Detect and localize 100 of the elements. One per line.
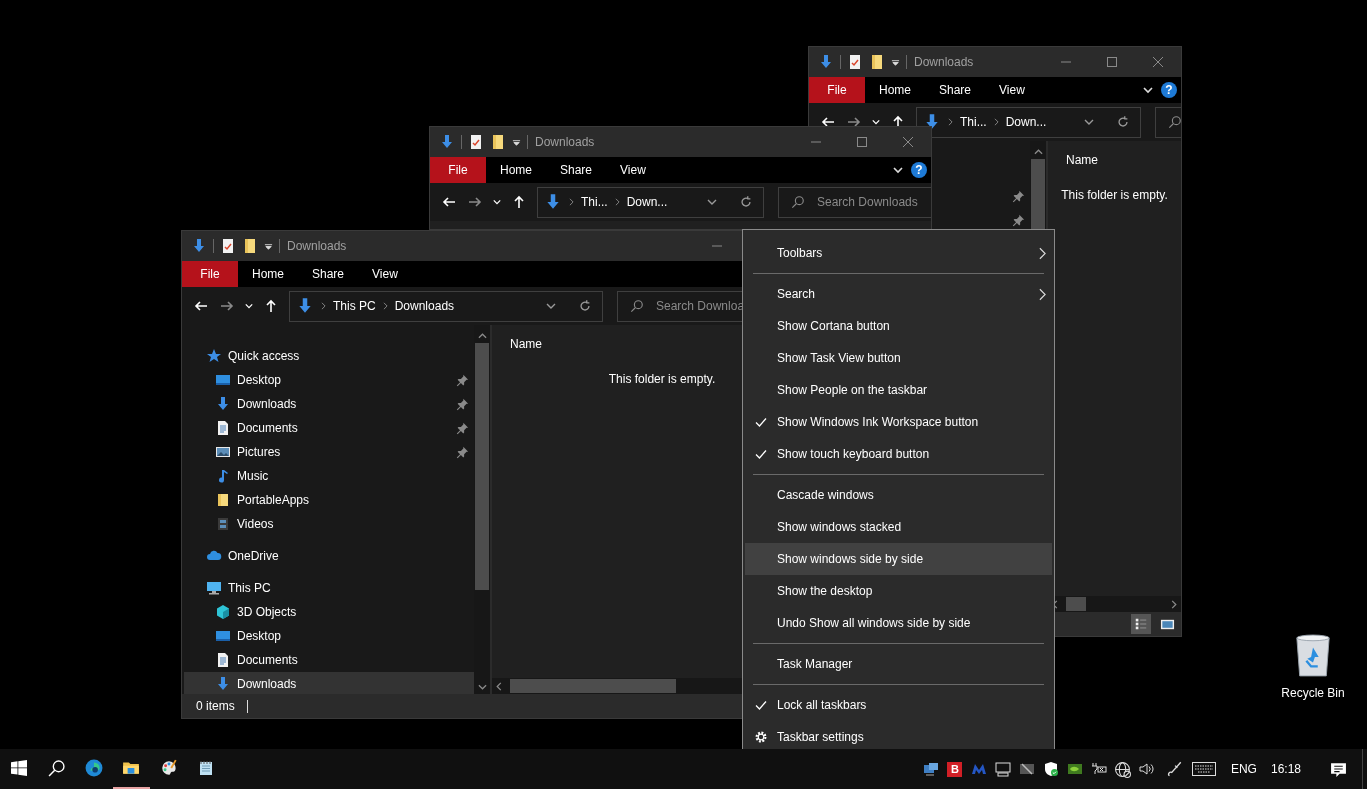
close-icon bbox=[1153, 57, 1163, 67]
menu-item[interactable]: Show People on the taskbar bbox=[745, 374, 1052, 406]
pin-icon bbox=[456, 445, 469, 459]
clock[interactable]: 16:18 bbox=[1270, 760, 1301, 778]
recent-chevron-icon bbox=[493, 198, 501, 206]
nav-item[interactable]: Documents bbox=[184, 648, 474, 672]
pin-icon bbox=[456, 397, 469, 411]
scrollbar-thumb[interactable] bbox=[510, 679, 676, 693]
chip-icon bbox=[1066, 761, 1083, 777]
search-field[interactable]: Search Downloads bbox=[778, 186, 931, 218]
nav-item[interactable]: Music bbox=[184, 464, 474, 488]
menu-item[interactable]: Show Task View button bbox=[745, 342, 1052, 374]
nav-item[interactable]: Quick access bbox=[184, 344, 474, 368]
nav-item[interactable]: PortableApps bbox=[184, 488, 474, 512]
breadcrumb[interactable]: Thi... bbox=[960, 113, 987, 131]
ribbon-tab[interactable]: Home bbox=[238, 261, 298, 287]
download-arrow-icon bbox=[215, 676, 231, 692]
recycle-bin-icon bbox=[1294, 632, 1332, 678]
nav-item[interactable]: Downloads bbox=[184, 672, 474, 696]
file-tab[interactable]: File bbox=[430, 157, 486, 183]
nav-item[interactable]: Desktop bbox=[184, 624, 474, 648]
breadcrumb[interactable]: Down... bbox=[626, 193, 668, 211]
ribbon-tab[interactable]: Home bbox=[865, 77, 925, 103]
address-bar[interactable]: Thi... Down... bbox=[537, 186, 764, 218]
maximize-icon bbox=[1107, 57, 1117, 67]
column-header[interactable]: Name bbox=[1066, 153, 1098, 167]
empty-folder-message: This folder is empty. bbox=[608, 371, 716, 388]
cube-icon bbox=[215, 604, 231, 620]
breadcrumb[interactable]: Downloads bbox=[394, 297, 455, 315]
search-icon bbox=[791, 195, 805, 209]
file-tab[interactable]: File bbox=[182, 261, 238, 287]
search-icon bbox=[630, 299, 644, 313]
search-icon bbox=[47, 759, 65, 777]
nav-item[interactable]: Downloads bbox=[184, 392, 474, 416]
checkmark-icon bbox=[755, 699, 767, 711]
download-arrow-icon bbox=[818, 54, 834, 70]
menu-item[interactable]: Task Manager bbox=[745, 648, 1052, 680]
download-arrow-icon bbox=[191, 238, 207, 254]
recent-chevron-icon bbox=[872, 118, 880, 126]
nav-item[interactable]: 3D Objects bbox=[184, 600, 474, 624]
nav-item[interactable]: OneDrive bbox=[184, 544, 474, 568]
menu-item[interactable]: Undo Show all windows side by side bbox=[745, 607, 1052, 639]
windows-logo-icon bbox=[10, 760, 27, 776]
breadcrumb[interactable]: Down... bbox=[1005, 113, 1047, 131]
ribbon-tab[interactable]: View bbox=[606, 157, 660, 183]
menu-item[interactable]: Toolbars bbox=[745, 237, 1052, 269]
menu-item[interactable]: Taskbar settings bbox=[745, 721, 1052, 753]
view-button[interactable] bbox=[1131, 614, 1151, 634]
refresh-icon bbox=[739, 195, 753, 209]
breadcrumb[interactable]: This PC bbox=[333, 297, 376, 315]
menu-item[interactable]: Cascade windows bbox=[745, 479, 1052, 511]
address-bar[interactable]: Thi... Down... bbox=[916, 106, 1141, 138]
dropdown-chevron-icon bbox=[546, 301, 556, 311]
download-arrow-icon bbox=[439, 134, 455, 150]
breadcrumb[interactable]: Thi... bbox=[581, 193, 608, 211]
ribbon-tab[interactable]: Share bbox=[298, 261, 359, 287]
desktop-icon-label[interactable]: Recycle Bin bbox=[1281, 684, 1345, 702]
dropdown-icon bbox=[891, 57, 900, 67]
computer-icon bbox=[206, 580, 222, 596]
film-icon bbox=[215, 516, 231, 532]
menu-item[interactable]: Show Windows Ink Workspace button bbox=[745, 406, 1052, 438]
menu-item[interactable]: Show touch keyboard button bbox=[745, 438, 1052, 470]
file-tab[interactable]: File bbox=[809, 77, 865, 103]
ribbon-tab[interactable]: View bbox=[358, 261, 412, 287]
shield-icon bbox=[1042, 761, 1059, 777]
scrollbar-thumb[interactable] bbox=[475, 343, 489, 590]
help-icon[interactable]: ? bbox=[1161, 82, 1177, 98]
scrollbar-thumb[interactable] bbox=[1066, 597, 1086, 611]
ribbon-tab[interactable]: Share bbox=[925, 77, 986, 103]
menu-item[interactable]: Show the desktop bbox=[745, 575, 1052, 607]
help-icon[interactable]: ? bbox=[911, 162, 927, 178]
column-header[interactable]: Name bbox=[510, 337, 542, 351]
pin-icon bbox=[456, 373, 469, 387]
nav-item[interactable]: This PC bbox=[184, 576, 474, 600]
language-indicator[interactable]: ENG bbox=[1230, 760, 1257, 778]
ribbon-tab[interactable]: Home bbox=[486, 157, 546, 183]
menu-item[interactable]: Show windows stacked bbox=[745, 511, 1052, 543]
star-icon bbox=[206, 348, 222, 364]
app-logo-icon[interactable]: B bbox=[947, 761, 963, 777]
desktop-icon bbox=[215, 628, 231, 644]
address-bar[interactable]: This PC Downloads bbox=[289, 290, 603, 322]
nav-item[interactable]: Desktop bbox=[184, 368, 474, 392]
menu-item[interactable]: Lock all taskbars bbox=[745, 689, 1052, 721]
notepad-icon bbox=[198, 760, 215, 776]
ribbon-tab[interactable]: Share bbox=[546, 157, 607, 183]
ribbon-tab[interactable]: View bbox=[985, 77, 1039, 103]
search-icon bbox=[1168, 115, 1181, 129]
pin-icon bbox=[1012, 213, 1025, 227]
speaker-icon bbox=[1137, 761, 1156, 777]
close-icon bbox=[903, 137, 913, 147]
nav-item[interactable]: Videos bbox=[184, 512, 474, 536]
settings-icon bbox=[754, 730, 768, 744]
folder-icon bbox=[215, 492, 231, 508]
pin-icon bbox=[1012, 189, 1025, 203]
nav-item[interactable]: Documents bbox=[184, 416, 474, 440]
nav-item[interactable]: Pictures bbox=[184, 440, 474, 464]
status-text: 0 items bbox=[196, 698, 235, 715]
menu-item[interactable]: Show windows side by side bbox=[745, 543, 1052, 575]
download-arrow-icon bbox=[215, 396, 231, 412]
dropdown-chevron-icon bbox=[1084, 117, 1094, 127]
